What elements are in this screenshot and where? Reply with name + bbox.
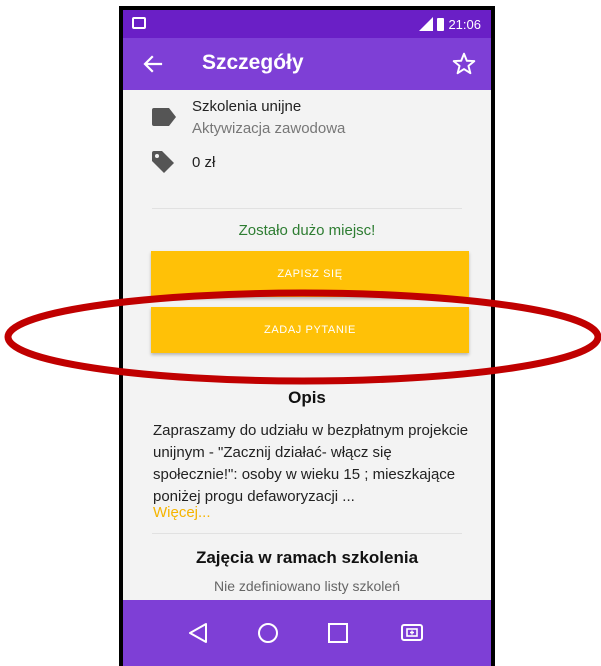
ask-question-button[interactable]: ZADAJ PYTANIE — [151, 307, 469, 353]
category-main: Szkolenia unijne — [192, 98, 302, 115]
battery-icon — [437, 17, 445, 31]
price-value: 0 zł — [192, 154, 216, 171]
status-bar: 21:06 — [123, 10, 491, 38]
circle-home-icon[interactable] — [255, 620, 281, 646]
signal-icon — [419, 17, 434, 31]
classes-title: Zajęcia w ramach szkolenia — [195, 548, 419, 567]
status-time: 21:06 — [448, 16, 481, 32]
divider — [152, 533, 462, 534]
triangle-back-icon[interactable] — [185, 620, 211, 646]
star-outline-icon[interactable] — [451, 51, 477, 77]
status-indicators: 21:06 — [419, 16, 481, 32]
tag-icon — [152, 151, 174, 173]
more-link[interactable]: Więcej... — [153, 504, 211, 521]
phone-screen: 21:06 Szczegóły Szkolenia unijne Aktywiz… — [123, 10, 491, 666]
screen-mirror-icon[interactable] — [399, 620, 425, 646]
arrow-left-icon[interactable] — [141, 52, 165, 76]
description-text: Zapraszamy do udziału w bezpłatnym proje… — [153, 422, 469, 505]
square-recents-icon[interactable] — [325, 620, 351, 646]
details-content: Szkolenia unijne Aktywizacja zawodowa 0 … — [123, 90, 491, 600]
category-sub: Aktywizacja zawodowa — [192, 120, 346, 137]
navigation-bar — [123, 600, 491, 666]
app-bar: Szczegóły — [123, 38, 491, 90]
gallery-notification-icon — [132, 17, 146, 29]
description-title: Opis — [288, 388, 326, 407]
signup-button[interactable]: ZAPISZ SIĘ — [151, 251, 469, 297]
page-title: Szczegóły — [202, 51, 304, 74]
availability-status: Zostało dużo miejsc! — [238, 222, 376, 239]
classes-empty-note: Nie zdefiniowano listy szkoleń — [214, 578, 400, 594]
label-icon — [152, 108, 176, 126]
divider — [152, 208, 462, 209]
